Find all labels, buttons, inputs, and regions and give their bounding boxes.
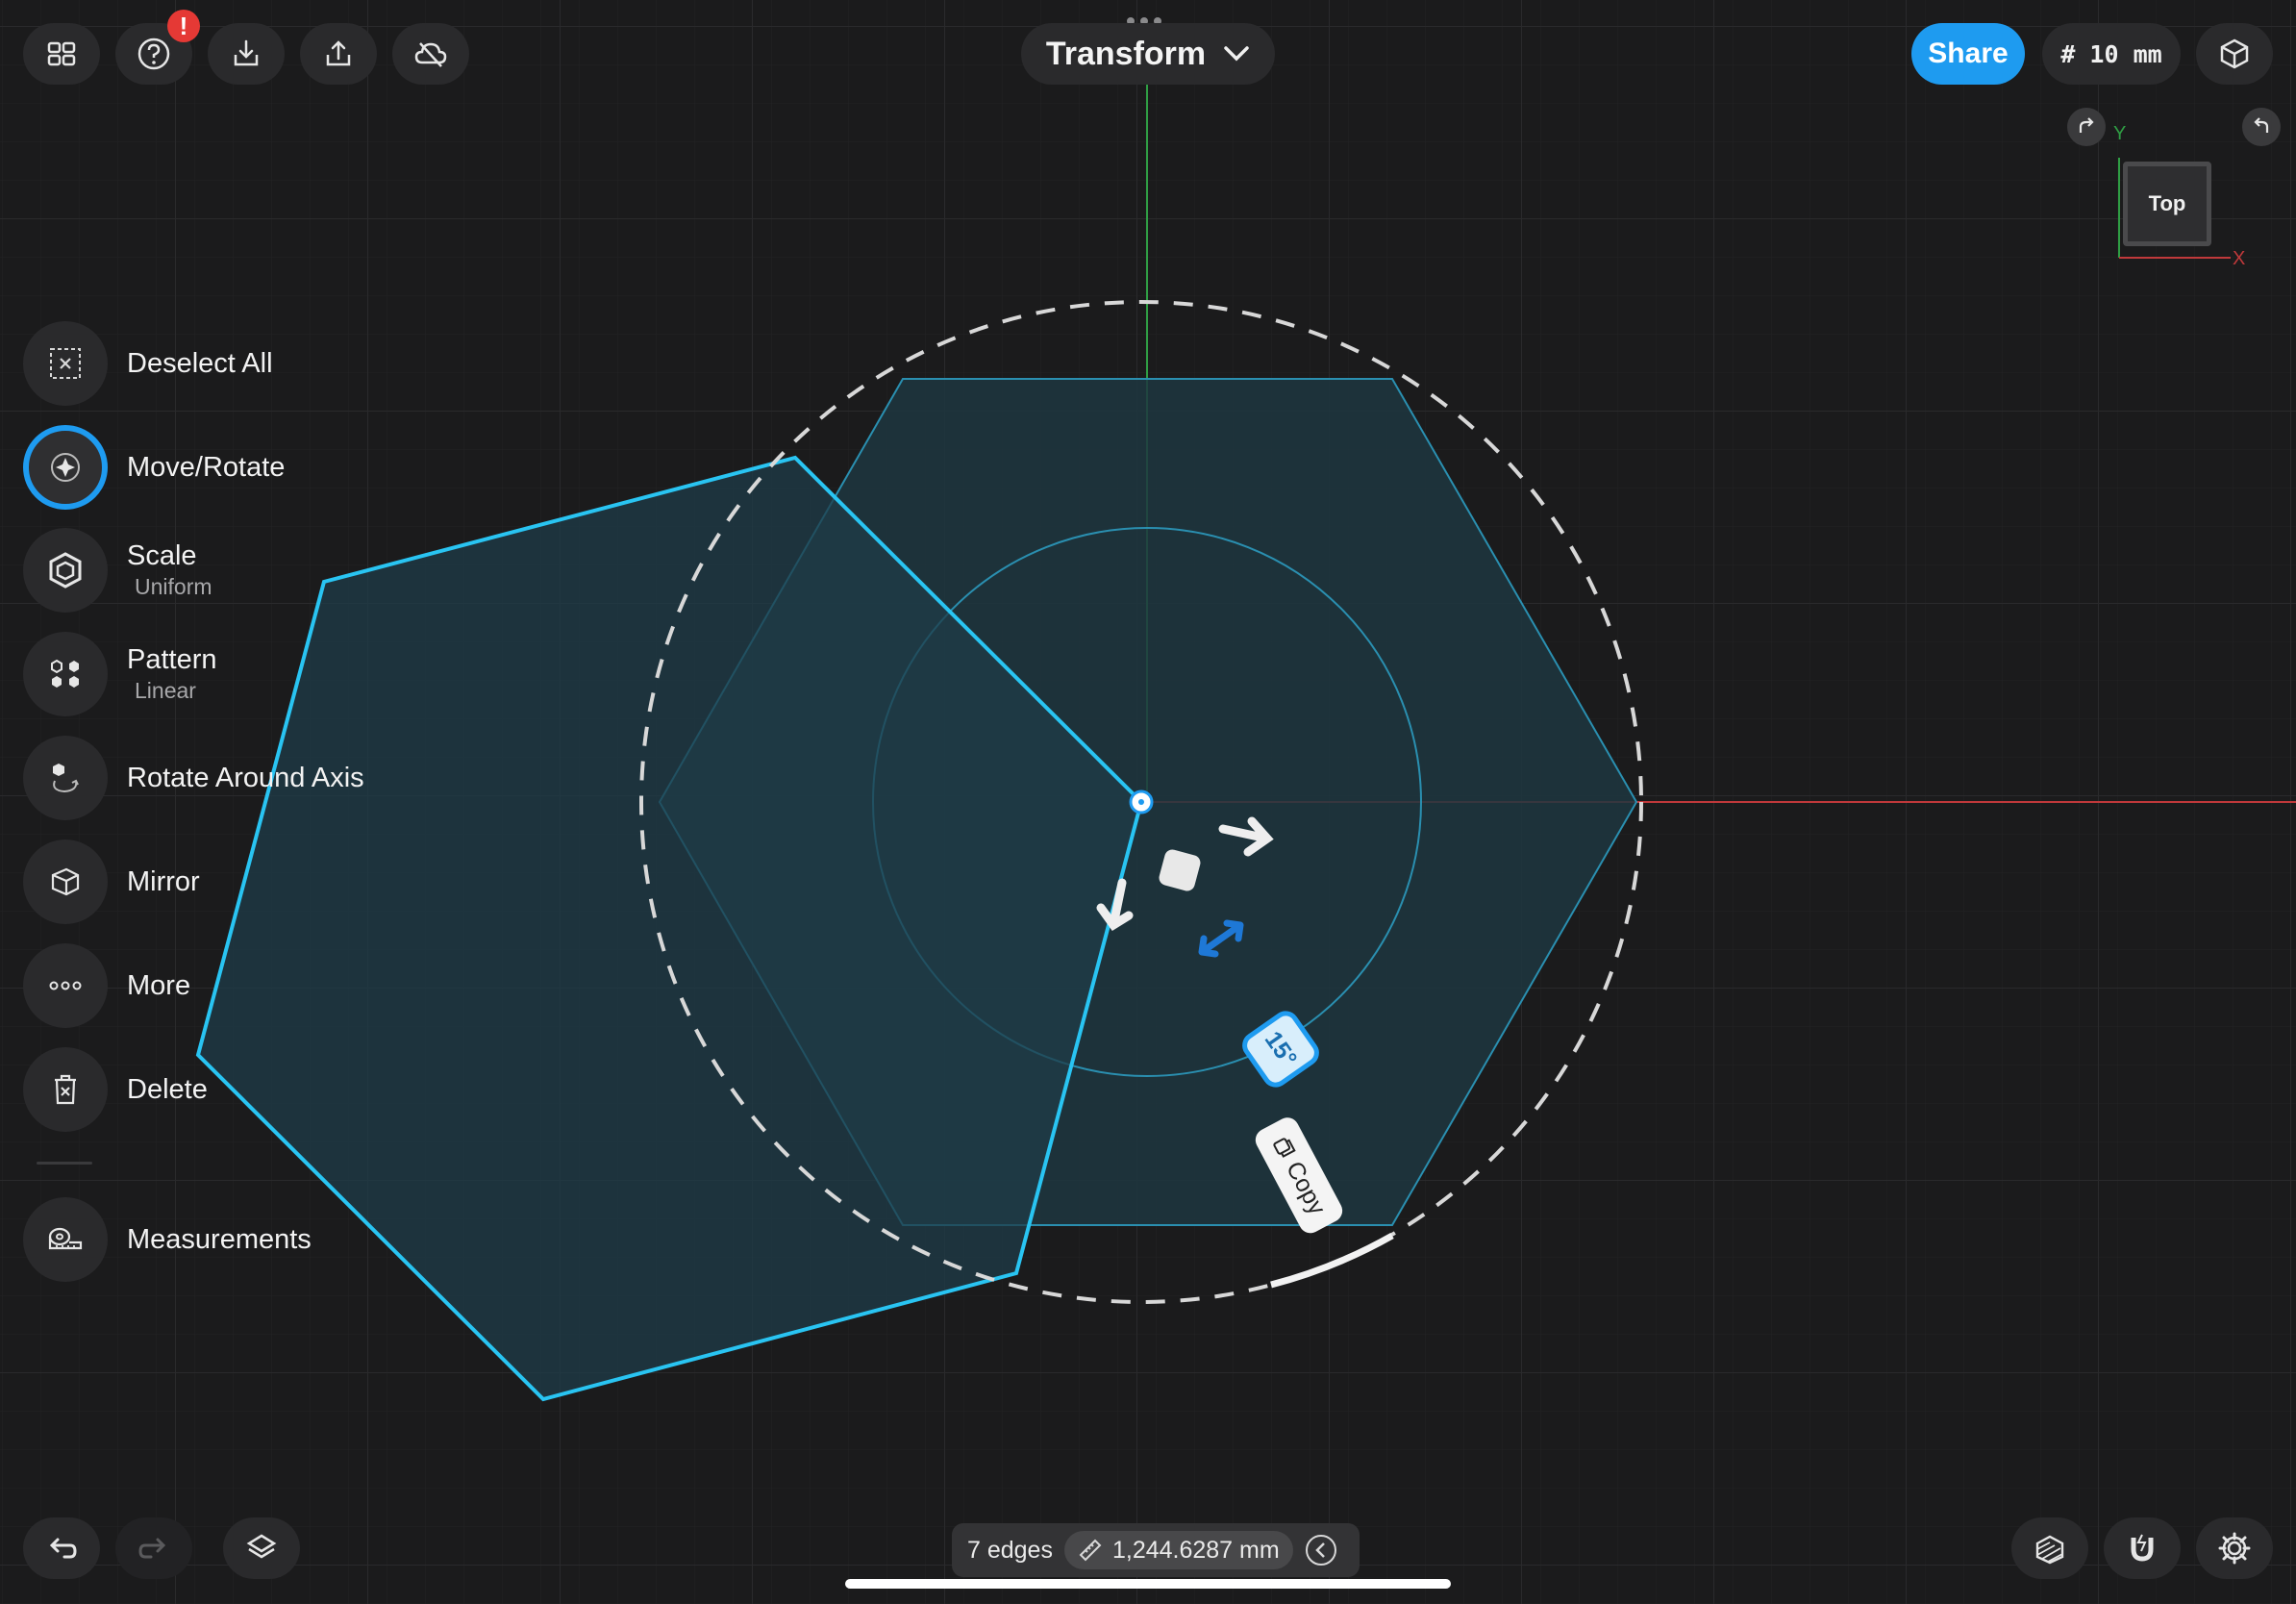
rotate-axis-icon xyxy=(53,764,79,793)
display-mode-button[interactable] xyxy=(2011,1517,2088,1579)
tool-label: Scale xyxy=(127,540,197,571)
tool-divider xyxy=(37,1162,92,1165)
chevron-left-icon[interactable] xyxy=(1305,1534,1337,1566)
copy-icon xyxy=(1273,1138,1296,1158)
view-cube-x-label: X xyxy=(2233,248,2246,269)
tool-label: More xyxy=(127,969,191,1001)
help-icon xyxy=(137,38,170,70)
apps-grid-button[interactable] xyxy=(23,23,100,85)
grid-icon xyxy=(47,41,76,66)
share-button[interactable]: Share xyxy=(1911,23,2025,85)
tool-label: Delete xyxy=(127,1073,208,1105)
cube-view-icon xyxy=(2220,38,2249,69)
cloud-off-icon xyxy=(414,42,447,67)
tool-label: Move/Rotate xyxy=(127,451,286,483)
deselect-icon xyxy=(50,348,81,379)
tool-icon-wrap xyxy=(23,943,108,1028)
tool-label: Measurements xyxy=(127,1223,312,1255)
notification-badge[interactable]: ! xyxy=(167,10,200,42)
tool-icon-wrap xyxy=(23,321,108,406)
selection-status: 7 edges 1,244.6287 mm xyxy=(952,1523,1360,1577)
layers-icon xyxy=(246,1534,277,1559)
view-cube-top-face[interactable]: Top xyxy=(2123,162,2211,246)
move-rotate-icon xyxy=(51,453,80,482)
view-cube[interactable]: Y X Top xyxy=(2063,108,2284,271)
tool-pattern[interactable]: Pattern Linear xyxy=(23,632,217,716)
tool-delete[interactable]: Delete xyxy=(23,1047,208,1132)
view-cube-y-label: Y xyxy=(2113,123,2127,144)
gear-icon xyxy=(2218,1532,2251,1565)
redo-icon xyxy=(138,1538,166,1559)
scale-icon xyxy=(49,552,82,589)
mode-title: Transform xyxy=(1045,35,1207,72)
undo-button[interactable] xyxy=(23,1517,100,1579)
tool-icon-wrap xyxy=(23,736,108,820)
length-value: 1,244.6287 mm xyxy=(1111,1536,1280,1564)
tool-label: Deselect All xyxy=(127,347,273,379)
tool-icon-wrap xyxy=(23,1197,108,1282)
export-button[interactable] xyxy=(300,23,377,85)
grid-size-button[interactable]: # 10 mm xyxy=(2042,23,2181,85)
tool-label: Pattern xyxy=(127,644,217,675)
tool-sublabel: Linear xyxy=(135,678,196,703)
ruler-icon xyxy=(1079,1539,1102,1562)
tool-mirror[interactable]: Mirror xyxy=(23,840,200,924)
tool-icon-wrap xyxy=(23,1047,108,1132)
tool-label: Rotate Around Axis xyxy=(127,762,364,793)
mode-selector[interactable]: Transform xyxy=(1021,23,1275,85)
edge-count: 7 edges xyxy=(967,1536,1053,1564)
snap-button[interactable] xyxy=(2104,1517,2181,1579)
import-icon xyxy=(234,39,259,66)
tool-label: Mirror xyxy=(127,865,200,897)
settings-button[interactable] xyxy=(2196,1517,2273,1579)
length-readout[interactable]: 1,244.6287 mm xyxy=(1063,1531,1293,1569)
tool-icon-wrap xyxy=(23,425,108,510)
tool-move-rotate[interactable]: Move/Rotate xyxy=(23,425,285,510)
undo-icon xyxy=(49,1538,77,1559)
tool-deselect-all[interactable]: Deselect All xyxy=(23,321,273,406)
layers-button[interactable] xyxy=(223,1517,300,1579)
tool-sublabel: Uniform xyxy=(135,574,212,599)
tool-icon-wrap xyxy=(23,840,108,924)
more-icon xyxy=(49,981,82,990)
view-3d-button[interactable] xyxy=(2196,23,2273,85)
tool-scale[interactable]: Scale Uniform xyxy=(23,528,212,613)
export-icon xyxy=(326,40,351,66)
cloud-sync-button[interactable] xyxy=(392,23,469,85)
trash-icon xyxy=(55,1074,76,1105)
redo-button[interactable] xyxy=(115,1517,192,1579)
magnet-icon xyxy=(2131,1534,2154,1562)
pattern-icon xyxy=(51,659,79,688)
tape-measure-icon xyxy=(48,1227,83,1250)
pivot-center xyxy=(1138,799,1144,805)
tool-more[interactable]: More xyxy=(23,943,190,1028)
mirror-icon xyxy=(51,867,80,896)
hatch-box-icon xyxy=(2035,1535,2064,1565)
tool-icon-wrap xyxy=(23,528,108,613)
tool-measurements[interactable]: Measurements xyxy=(23,1197,312,1282)
app-root: ! Transform Share # 10 mm Y X Top Desele… xyxy=(0,0,2296,1604)
import-button[interactable] xyxy=(208,23,285,85)
tool-rotate-around-axis[interactable]: Rotate Around Axis xyxy=(23,736,364,820)
home-indicator[interactable] xyxy=(845,1579,1451,1589)
tool-icon-wrap xyxy=(23,632,108,716)
chevron-down-icon xyxy=(1224,46,1249,62)
